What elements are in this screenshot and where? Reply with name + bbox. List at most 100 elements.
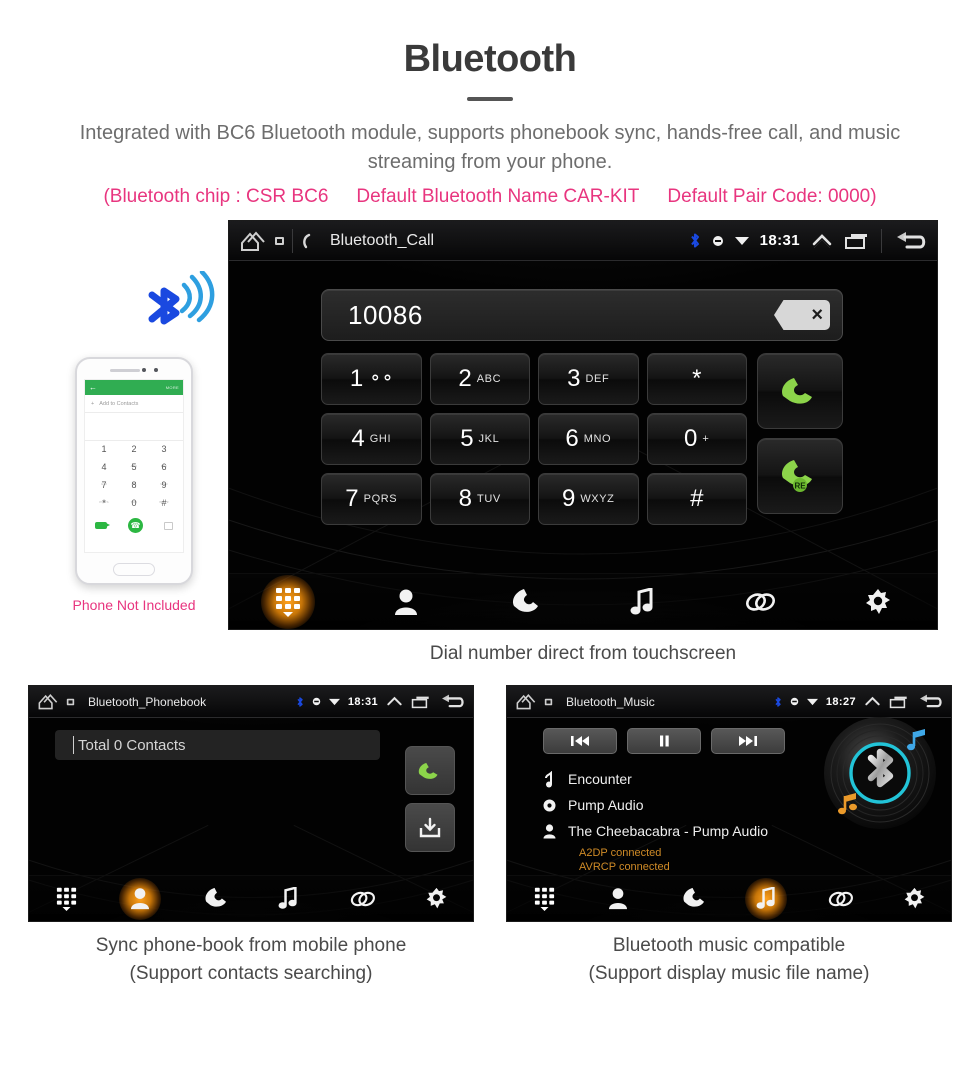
contacts-search-input[interactable]: Total 0 Contacts xyxy=(55,730,380,760)
settings-icon xyxy=(851,575,905,629)
nav-settings[interactable] xyxy=(877,876,951,921)
page-title: Bluetooth xyxy=(403,38,577,80)
dialpad-key-7[interactable]: 7 PQRS xyxy=(321,473,422,525)
nav-call-history[interactable] xyxy=(655,876,729,921)
dialed-number: 10086 xyxy=(348,299,423,330)
nav-call-history[interactable] xyxy=(465,574,583,629)
previous-track-button[interactable] xyxy=(543,728,617,754)
vinyl-bluetooth-icon xyxy=(821,714,939,832)
status-divider xyxy=(292,228,293,253)
dialpad-key-3[interactable]: 3 DEF xyxy=(538,353,639,405)
nav-settings[interactable] xyxy=(399,876,473,921)
nav-contacts[interactable] xyxy=(103,876,177,921)
dialpad-key-8[interactable]: 8 TUV xyxy=(429,473,530,525)
nav-contacts[interactable] xyxy=(347,574,465,629)
a2dp-status: A2DP connected xyxy=(579,847,662,859)
phone-add-contact-row: + Add to Contacts xyxy=(85,395,183,413)
pause-button[interactable] xyxy=(627,728,701,754)
page-subtitle: Integrated with BC6 Bluetooth module, su… xyxy=(79,122,901,173)
dialpad-key-5[interactable]: 5 JKL xyxy=(429,413,530,465)
screen-icon[interactable] xyxy=(66,697,75,707)
dialpad-key-hash[interactable]: # xyxy=(646,473,747,525)
phone-key: * xyxy=(102,498,106,508)
redial-button[interactable]: RE xyxy=(757,438,843,514)
nav-keypad[interactable] xyxy=(229,574,347,629)
circle-minus-icon xyxy=(312,697,321,706)
call-history-icon xyxy=(193,878,235,920)
phone-number-area xyxy=(85,413,183,441)
screen-icon[interactable] xyxy=(274,235,285,247)
phone-more-label: MORE xyxy=(165,385,179,390)
phone-add-contact-label: Add to Contacts xyxy=(99,400,139,407)
nav-keypad[interactable] xyxy=(29,876,103,921)
album-row: Pump Audio xyxy=(543,792,768,818)
chevron-up-icon[interactable] xyxy=(811,232,833,250)
home-icon[interactable] xyxy=(515,692,537,711)
recents-icon[interactable] xyxy=(844,232,870,250)
nav-call-history[interactable] xyxy=(177,876,251,921)
dialpad-key-6[interactable]: 6 MNO xyxy=(538,413,639,465)
nav-link[interactable] xyxy=(701,574,819,629)
next-track-button[interactable] xyxy=(711,728,785,754)
music-note-icon xyxy=(543,770,556,788)
phone-handset-icon[interactable] xyxy=(300,233,314,249)
download-contacts-button[interactable] xyxy=(405,803,455,852)
dialpad-key-1[interactable]: 1 ⚬⚬ xyxy=(321,353,422,405)
dialpad-key-9[interactable]: 9 WXYZ xyxy=(538,473,639,525)
dialpad-key-4[interactable]: 4 GHI xyxy=(321,413,422,465)
call-button[interactable] xyxy=(405,746,455,795)
chevron-up-icon[interactable] xyxy=(864,695,881,709)
back-icon[interactable] xyxy=(893,230,927,252)
home-icon[interactable] xyxy=(239,229,267,253)
call-buttons-column: RE xyxy=(757,353,843,514)
previous-track-icon xyxy=(571,736,589,746)
nav-music[interactable] xyxy=(729,876,803,921)
avrcp-status: AVRCP connected xyxy=(579,861,670,873)
contacts-search-value: Total 0 Contacts xyxy=(78,736,186,754)
dialpad-key-0[interactable]: 0 + xyxy=(646,413,747,465)
head-unit-bluetooth-call: Bluetooth_Call 18:31 10086 × 1 ⚬⚬ 2 ABC … xyxy=(228,220,938,630)
chevron-up-icon[interactable] xyxy=(386,695,403,709)
nav-settings[interactable] xyxy=(819,574,937,629)
call-button[interactable] xyxy=(757,353,843,429)
nav-link[interactable] xyxy=(803,876,877,921)
screen-icon[interactable] xyxy=(544,697,553,707)
nav-link[interactable] xyxy=(325,876,399,921)
screen-title: Bluetooth_Music xyxy=(566,694,655,709)
nav-music[interactable] xyxy=(251,876,325,921)
artist-name: The Cheebacabra - Pump Audio xyxy=(568,823,769,839)
call-icon xyxy=(782,378,812,404)
bottom-nav-bar xyxy=(507,875,951,921)
signal-icon xyxy=(734,236,749,246)
nav-music[interactable] xyxy=(583,574,701,629)
backspace-button[interactable]: × xyxy=(774,300,830,330)
recents-icon[interactable] xyxy=(411,695,431,709)
music-caption-line2: (Support display music file name) xyxy=(588,962,870,984)
recents-icon[interactable] xyxy=(889,695,909,709)
home-icon[interactable] xyxy=(37,692,59,711)
nav-contacts[interactable] xyxy=(581,876,655,921)
nav-keypad[interactable] xyxy=(507,876,581,921)
title-divider xyxy=(467,97,513,101)
contacts-icon xyxy=(379,575,433,629)
disc-icon xyxy=(543,799,556,812)
phonebook-caption: Sync phone-book from mobile phone (Suppo… xyxy=(28,932,474,987)
circle-minus-icon xyxy=(790,697,799,706)
status-bar-left: Bluetooth_Call xyxy=(239,228,434,253)
dial-input-field[interactable]: 10086 × xyxy=(321,289,843,341)
phone-mockup: ← MORE + Add to Contacts 1 ∞ 2 ABC 3 DEF 4G… xyxy=(44,271,224,613)
contacts-icon xyxy=(597,878,639,920)
circle-minus-icon xyxy=(712,235,724,247)
status-time: 18:31 xyxy=(347,695,378,708)
phone-key: 3 DEF xyxy=(160,444,168,468)
dialpad-key-star[interactable]: * xyxy=(646,353,747,405)
phone-key: 2 ABC xyxy=(130,444,138,468)
music-caption-line1: Bluetooth music compatible xyxy=(612,935,846,956)
phone-screen: ← MORE + Add to Contacts 1 ∞ 2 ABC 3 DEF 4G… xyxy=(84,379,184,553)
dialpad-key-2[interactable]: 2 ABC xyxy=(429,353,530,405)
phone-not-included-note: Phone Not Included xyxy=(72,597,196,613)
back-icon[interactable] xyxy=(917,693,943,710)
back-icon[interactable] xyxy=(439,693,465,710)
dialpad: 1 ⚬⚬ 2 ABC 3 DEF * 4 GHI 5 JKL 6 MNO 0 + 7 PQRS … xyxy=(321,353,747,525)
bluetooth-icon xyxy=(774,696,782,708)
